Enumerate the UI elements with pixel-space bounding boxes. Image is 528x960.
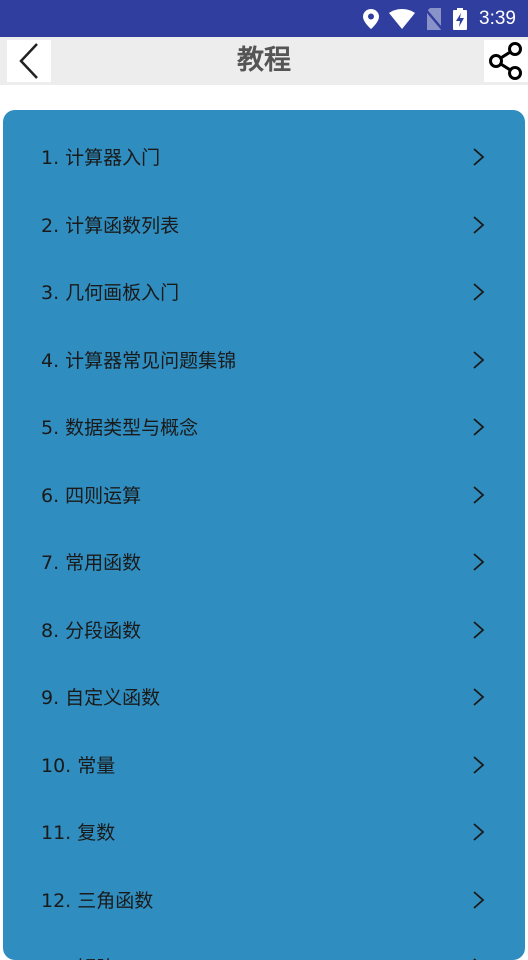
share-button[interactable] bbox=[484, 40, 528, 82]
tutorial-item-label: 9. 自定义函数 bbox=[41, 687, 161, 709]
back-button[interactable] bbox=[7, 40, 51, 82]
tutorial-item-label: 10. 常量 bbox=[41, 754, 116, 777]
page-title: 教程 bbox=[237, 45, 291, 76]
tutorial-list-item[interactable]: 11. 复数 bbox=[3, 785, 525, 853]
tutorial-item-label: 5. 数据类型与概念 bbox=[41, 417, 199, 439]
chevron-right-icon bbox=[473, 418, 485, 436]
chevron-right-icon bbox=[473, 823, 485, 841]
chevron-right-icon bbox=[473, 148, 485, 166]
battery-charging-icon bbox=[453, 7, 468, 30]
status-bar: 3:39 bbox=[0, 0, 528, 37]
tutorial-list-item[interactable]: 1. 计算器入门 bbox=[3, 110, 525, 178]
tutorial-list-item[interactable]: 3. 几何画板入门 bbox=[3, 245, 525, 313]
tutorial-list-card: 1. 计算器入门 2. 计算函数列表 3. 几何画板入门 4. 计算器常见问题集锦 5.… bbox=[3, 110, 525, 960]
tutorial-item-label: 12. 三角函数 bbox=[41, 889, 154, 912]
tutorial-item-label: 4. 计算器常见问题集锦 bbox=[41, 349, 237, 372]
tutorial-item-label: 1. 计算器入门 bbox=[41, 147, 161, 169]
tutorial-item-label: 13. 矩阵 bbox=[41, 920, 115, 960]
tutorial-list-item[interactable]: 2. 计算函数列表 bbox=[3, 178, 525, 246]
status-time: 3:39 bbox=[479, 7, 516, 29]
tutorial-list-item[interactable]: 9. 自定义函数 bbox=[3, 650, 525, 718]
tutorial-item-label: 8. 分段函数 bbox=[41, 619, 142, 642]
tutorial-list: 1. 计算器入门 2. 计算函数列表 3. 几何画板入门 4. 计算器常见问题集锦 5.… bbox=[3, 110, 525, 960]
tutorial-item-label: 7. 常用函数 bbox=[41, 552, 142, 574]
chevron-right-icon bbox=[473, 215, 485, 234]
chevron-right-icon bbox=[473, 485, 485, 504]
chevron-right-icon bbox=[473, 688, 485, 706]
tutorial-item-label: 11. 复数 bbox=[41, 822, 116, 844]
chevron-right-icon bbox=[473, 890, 485, 909]
tutorial-list-item[interactable]: 8. 分段函数 bbox=[3, 583, 525, 651]
location-icon bbox=[363, 8, 380, 29]
tutorial-list-item[interactable]: 12. 三角函数 bbox=[3, 853, 525, 921]
chevron-right-icon bbox=[473, 958, 477, 960]
tutorial-item-label: 3. 几何画板入门 bbox=[41, 282, 180, 304]
tutorial-list-item[interactable]: 7. 常用函数 bbox=[3, 515, 525, 583]
chevron-right-icon bbox=[473, 350, 485, 369]
wifi-icon bbox=[389, 8, 416, 29]
tutorial-list-item[interactable]: 13. 矩阵 bbox=[3, 920, 525, 960]
no-sim-icon bbox=[425, 7, 443, 30]
tutorial-item-label: 6. 四则运算 bbox=[41, 484, 142, 507]
status-icons: 3:39 bbox=[363, 0, 516, 37]
tutorial-item-label: 2. 计算函数列表 bbox=[41, 214, 180, 237]
chevron-right-icon bbox=[473, 553, 485, 571]
chevron-right-icon bbox=[473, 283, 485, 301]
share-icon bbox=[489, 42, 522, 80]
tutorial-list-item[interactable]: 6. 四则运算 bbox=[3, 448, 525, 516]
chevron-right-icon bbox=[473, 620, 485, 639]
tutorial-list-item[interactable]: 5. 数据类型与概念 bbox=[3, 380, 525, 448]
app-bar: 教程 bbox=[0, 37, 528, 85]
chevron-right-icon bbox=[473, 755, 485, 774]
tutorial-list-item[interactable]: 4. 计算器常见问题集锦 bbox=[3, 313, 525, 381]
chevron-left-icon bbox=[19, 43, 38, 79]
tutorial-list-item[interactable]: 10. 常量 bbox=[3, 718, 525, 786]
